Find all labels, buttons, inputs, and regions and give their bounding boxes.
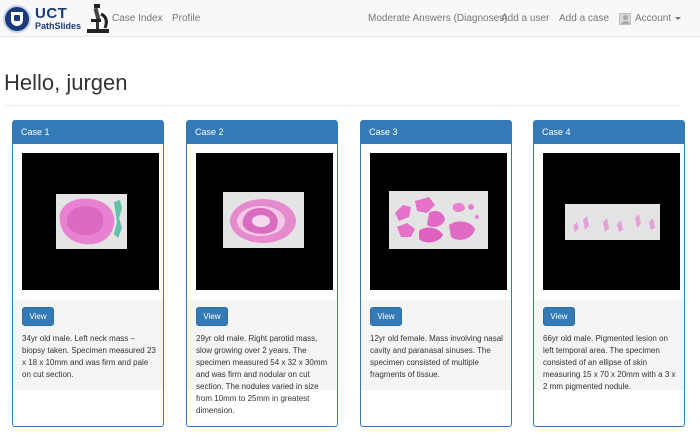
nav-moderate-answers[interactable]: Moderate Answers (Diagnoses)	[368, 0, 508, 37]
brand-title: UCT	[35, 5, 68, 22]
case-description: 12yr old female. Mass involving nasal ca…	[370, 334, 503, 379]
slide-thumbnail[interactable]	[370, 153, 507, 290]
case-card-title: Case 3	[361, 121, 511, 144]
slide-thumbnail[interactable]	[196, 153, 333, 290]
nav-add-case[interactable]: Add a case	[559, 0, 609, 37]
account-dropdown[interactable]: Account	[619, 0, 682, 37]
title-divider	[4, 105, 682, 106]
case-card-title: Case 2	[187, 121, 337, 144]
case-description: 66yr old male. Pigmented lesion on left …	[543, 334, 676, 391]
view-button[interactable]: View	[22, 307, 54, 326]
microscope-icon	[87, 4, 110, 33]
nav-add-user[interactable]: Add a user	[501, 0, 549, 37]
uct-crest-icon	[3, 4, 31, 33]
tissue-section-image	[59, 198, 122, 245]
case-card: Case 1 View 34yr old male. Left neck mas…	[12, 120, 164, 427]
case-card-title: Case 4	[534, 121, 684, 144]
navbar: UCT PathSlides Case Index Profile Modera…	[0, 0, 700, 37]
account-label: Account	[635, 13, 672, 24]
slide-thumbnail[interactable]	[543, 153, 680, 290]
brand-logo[interactable]: UCT PathSlides	[3, 2, 113, 35]
view-button[interactable]: View	[196, 307, 228, 326]
case-card: Case 4 View 66yr old male. Pigmented les…	[533, 120, 685, 427]
tissue-section-image	[230, 199, 296, 243]
view-button[interactable]: View	[543, 307, 575, 326]
case-card-title: Case 1	[13, 121, 163, 144]
avatar-icon	[619, 12, 631, 25]
slide-thumbnail[interactable]	[22, 153, 159, 290]
case-description: 29yr old male. Right parotid mass, slow …	[196, 334, 328, 415]
nav-profile[interactable]: Profile	[172, 0, 200, 37]
case-description: 34yr old male. Left neck mass – biopsy t…	[22, 334, 156, 379]
view-button[interactable]: View	[370, 307, 402, 326]
tissue-section-image	[573, 214, 655, 232]
case-card: Case 3 View 12yr old female. Mass involv…	[360, 120, 512, 427]
caret-down-icon	[675, 17, 682, 20]
brand-subtitle: PathSlides	[35, 21, 82, 31]
nav-case-index[interactable]: Case Index	[112, 0, 163, 37]
tissue-section-image	[395, 197, 479, 243]
page-title: Hello, jurgen	[4, 70, 128, 95]
case-card: Case 2 View 29yr old male. Right parotid…	[186, 120, 338, 427]
